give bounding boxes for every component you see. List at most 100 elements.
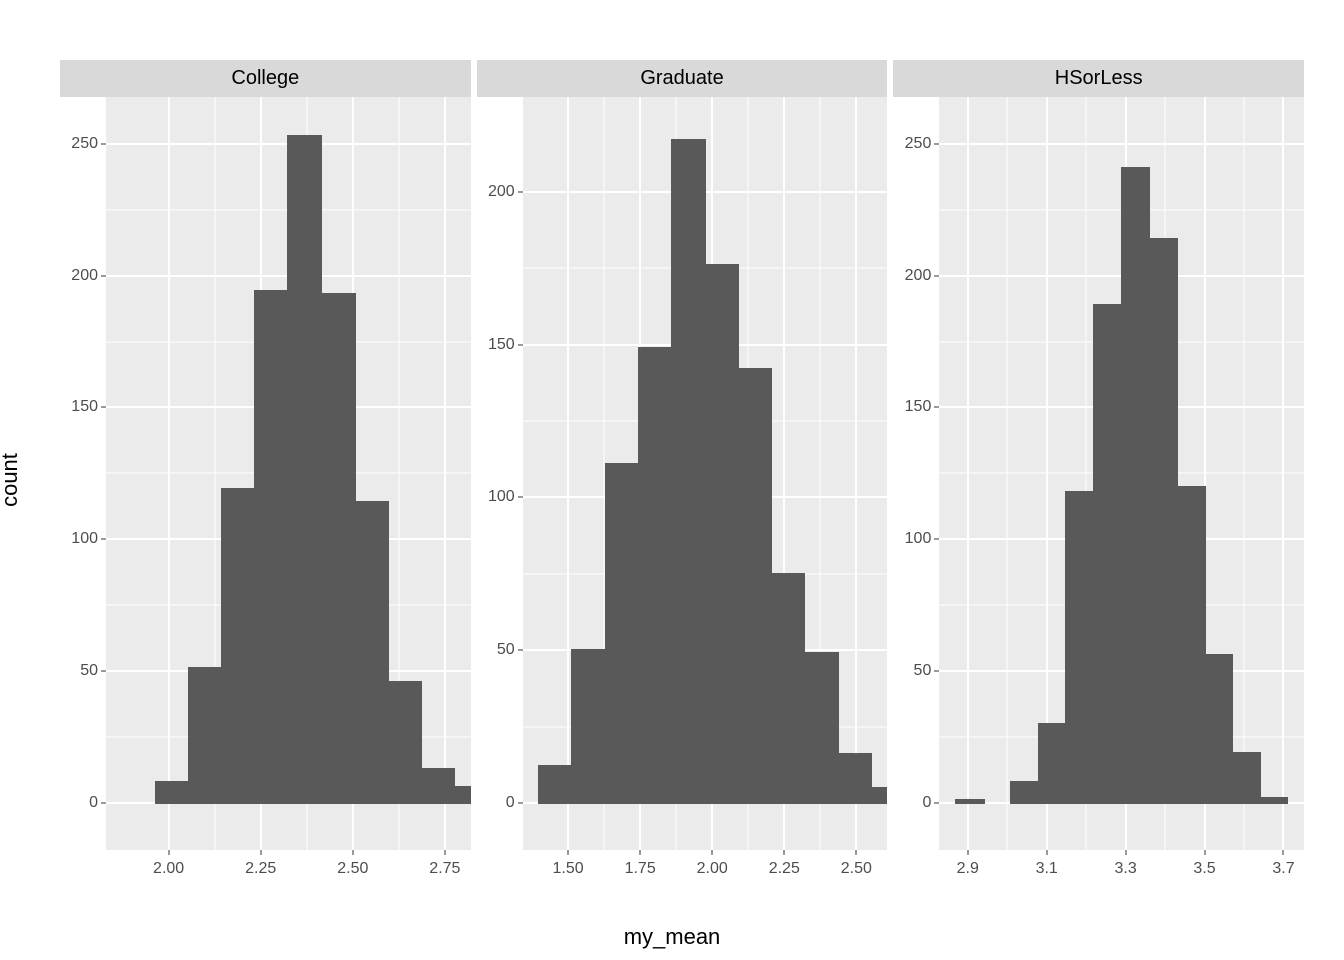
histogram-bar — [1260, 798, 1288, 803]
histogram-bar — [1205, 655, 1233, 803]
histogram-bar — [871, 788, 888, 803]
x-tick-mark — [967, 850, 968, 855]
x-tick-label: 2.00 — [697, 860, 728, 878]
histogram-bar — [1094, 305, 1122, 803]
y-tick-label: 250 — [71, 135, 98, 153]
histogram-bar — [355, 502, 388, 803]
panel-row: 050100150200250 — [893, 97, 1304, 850]
histogram-bar — [705, 265, 738, 803]
y-tick-label: 50 — [80, 662, 98, 680]
x-tick-label: 3.7 — [1272, 860, 1294, 878]
x-tick-label: 3.1 — [1036, 860, 1058, 878]
panel-row: 0 50 100 150 200 250 — [60, 97, 471, 850]
y-tick-label: 50 — [497, 641, 515, 659]
y-tick-label: 200 — [488, 183, 515, 201]
histogram-bar — [771, 574, 804, 803]
y-tick-label: 150 — [488, 336, 515, 354]
facet-strip: HSorLess — [893, 60, 1304, 97]
x-tick-label: 3.3 — [1115, 860, 1137, 878]
y-tick-label: 150 — [71, 398, 98, 416]
y-tick-label: 0 — [922, 794, 931, 812]
histogram-bar — [1122, 168, 1150, 803]
y-tick-label: 0 — [89, 794, 98, 812]
gridline-h — [523, 191, 888, 193]
y-axis: 050100150200250 — [893, 97, 939, 850]
x-tick-label: 3.5 — [1193, 860, 1215, 878]
x-tick-label: 1.50 — [552, 860, 583, 878]
y-axis: 050100150200 — [477, 97, 523, 850]
gridline-v-minor — [1244, 97, 1245, 850]
histogram-bar — [421, 769, 454, 803]
y-tick-label: 200 — [71, 267, 98, 285]
histogram-bar — [321, 294, 354, 803]
x-axis-row: 1.501.752.002.252.50 — [477, 850, 888, 890]
x-axis-row: 2.00 2.25 2.50 2.75 — [60, 850, 471, 890]
histogram-bar — [572, 650, 605, 803]
facets-row: College 0 50 100 150 200 250 2.00 2.25 2.50 2.75 Gr… — [20, 60, 1304, 890]
gridline-v — [168, 97, 170, 850]
facet-strip: College — [60, 60, 471, 97]
panel-row: 050100150200 — [477, 97, 888, 850]
figure: count College 0 50 100 150 200 250 2.00 2.25 2.50… — [0, 0, 1344, 960]
x-tick-label: 2.9 — [957, 860, 979, 878]
histogram-bar — [189, 668, 222, 802]
y-axis: 0 50 100 150 200 250 — [60, 97, 106, 850]
x-tick-mark — [352, 850, 353, 855]
x-tick-mark — [712, 850, 713, 855]
x-tick-label: 2.75 — [429, 860, 460, 878]
histogram-bar — [738, 369, 771, 803]
facet-graduate: Graduate0501001502001.501.752.002.252.50 — [477, 60, 888, 890]
y-tick-label: 250 — [905, 135, 932, 153]
x-tick-mark — [168, 850, 169, 855]
histogram-bar — [804, 653, 837, 803]
histogram-bar — [1011, 782, 1039, 803]
y-tick-label: 100 — [488, 488, 515, 506]
histogram-bar — [1066, 492, 1094, 803]
x-tick-label: 2.25 — [769, 860, 800, 878]
gridline-v — [567, 97, 569, 850]
gridline-v — [444, 97, 446, 850]
gridline-v — [967, 97, 969, 850]
histogram-bar — [222, 489, 255, 803]
x-tick-label: 2.50 — [337, 860, 368, 878]
gridline-v — [855, 97, 857, 850]
histogram-bar — [388, 682, 421, 803]
x-axis-row: 2.9 3.1 3.3 3.5 3.7 — [893, 850, 1304, 890]
facet-strip: Graduate — [477, 60, 888, 97]
x-axis: 1.501.752.002.252.50 — [523, 850, 888, 890]
gridline-h — [939, 143, 1304, 145]
histogram-bar — [672, 140, 705, 803]
x-tick-mark — [1125, 850, 1126, 855]
histogram-bar — [539, 766, 572, 803]
y-tick-label: 150 — [905, 398, 932, 416]
histogram-bar — [606, 464, 639, 803]
facet-college: College 0 50 100 150 200 250 2.00 2.25 2.50 2.75 — [60, 60, 471, 890]
x-axis-label: my_mean — [624, 924, 721, 950]
x-tick-mark — [260, 850, 261, 855]
gridline-v-minor — [1007, 97, 1008, 850]
x-axis: 2.00 2.25 2.50 2.75 — [106, 850, 471, 890]
histogram-bar — [1039, 724, 1067, 803]
plot-panel — [523, 97, 888, 850]
y-tick-label: 50 — [914, 662, 932, 680]
gridline-v — [1282, 97, 1284, 850]
histogram-bar — [1177, 487, 1205, 803]
histogram-bar — [639, 348, 672, 803]
x-tick-mark — [1046, 850, 1047, 855]
x-tick-mark — [1204, 850, 1205, 855]
histogram-bar — [255, 291, 288, 802]
y-tick-label: 200 — [905, 267, 932, 285]
x-tick-mark — [568, 850, 569, 855]
x-tick-label: 2.00 — [153, 860, 184, 878]
plot-panel — [939, 97, 1304, 850]
x-tick-mark — [640, 850, 641, 855]
histogram-bar — [1149, 239, 1177, 803]
histogram-bar — [956, 800, 984, 803]
x-tick-mark — [784, 850, 785, 855]
plot-panel — [106, 97, 471, 850]
y-tick-label: 100 — [71, 530, 98, 548]
histogram-bar — [454, 787, 471, 803]
y-axis-label: count — [0, 453, 23, 507]
x-tick-label: 2.25 — [245, 860, 276, 878]
x-tick-mark — [856, 850, 857, 855]
